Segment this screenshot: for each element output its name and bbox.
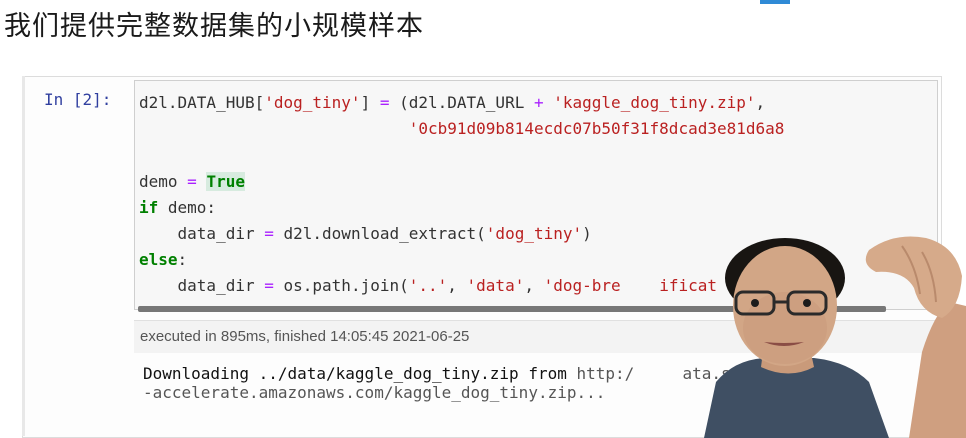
top-accent-bar	[760, 0, 790, 4]
presenter-hand	[865, 236, 962, 318]
input-prompt: In [2]:	[44, 90, 112, 109]
presenter-arm	[909, 302, 966, 438]
presenter-video-overlay	[704, 236, 966, 438]
page-heading: 我们提供完整数据集的小规模样本	[4, 11, 424, 42]
cell-selection-bar	[22, 76, 25, 436]
cell-output: Downloading ../data/kaggle_dog_tiny.zip …	[143, 364, 741, 402]
execution-info-text: executed in 895ms, finished 14:05:45 202…	[140, 328, 470, 345]
